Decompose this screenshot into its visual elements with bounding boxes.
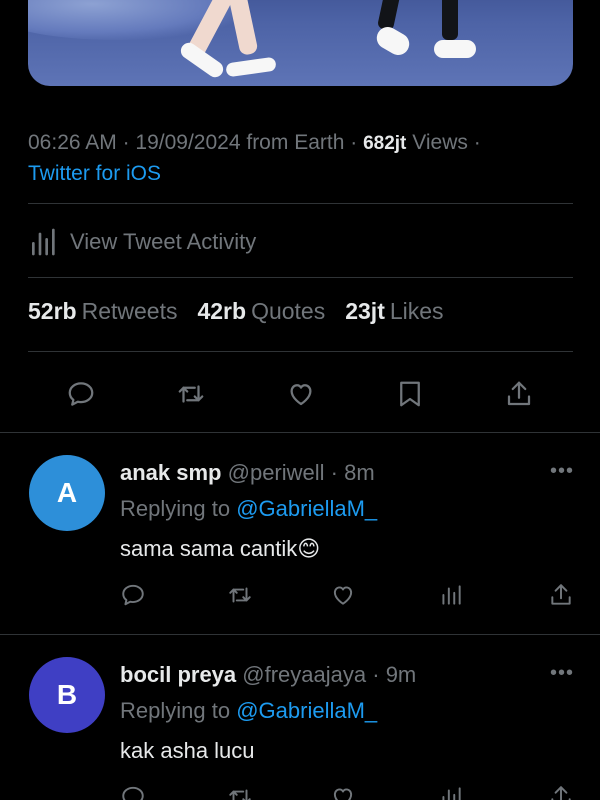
share-button[interactable]: [546, 782, 576, 800]
stat-label: Quotes: [251, 298, 326, 324]
like-button[interactable]: [328, 782, 358, 800]
bookmark-button[interactable]: [392, 376, 428, 412]
view-tweet-activity-link[interactable]: View Tweet Activity: [28, 222, 256, 262]
tweet-meta: 06:26 AM · 19/09/2024 from Earth · 682jt…: [28, 131, 481, 185]
retweets-stat[interactable]: 52rb Retweets: [28, 298, 177, 325]
reply-author-handle: @periwell: [227, 460, 325, 485]
reply-time: 8m: [344, 460, 375, 485]
media-figure-shoe: [372, 22, 414, 60]
retweet-icon: [229, 789, 251, 800]
avatar[interactable]: A: [29, 455, 105, 531]
retweet-icon: [178, 385, 204, 403]
like-button[interactable]: [328, 580, 358, 610]
tweet-media-image[interactable]: [28, 0, 573, 86]
more-icon[interactable]: •••: [550, 460, 574, 483]
view-tweet-activity-label: View Tweet Activity: [70, 229, 257, 254]
tweet-time: 06:26 AM: [28, 131, 117, 154]
stat-label: Likes: [389, 298, 444, 324]
reply-action-bar: [0, 782, 600, 800]
reply-author-name[interactable]: anak smp: [120, 460, 222, 485]
replying-mention-link[interactable]: @GabriellaM_: [236, 698, 377, 723]
analytics-button[interactable]: [436, 782, 466, 800]
quotes-stat[interactable]: 42rb Quotes: [197, 298, 325, 325]
tweet-date: 19/09/2024: [135, 131, 241, 154]
divider: [28, 203, 573, 204]
retweet-button[interactable]: [173, 376, 209, 412]
more-icon[interactable]: •••: [550, 662, 574, 685]
likes-stat[interactable]: 23jt Likes: [345, 298, 443, 325]
analytics-icon: [442, 585, 461, 605]
reply-button[interactable]: [118, 782, 148, 800]
share-button[interactable]: [546, 580, 576, 610]
reply-icon: [122, 584, 144, 606]
reply-tweet[interactable]: B bocil preya @freyaajaya · 9m ••• Reply…: [0, 634, 600, 800]
avatar[interactable]: B: [29, 657, 105, 733]
stat-count: 23jt: [345, 298, 385, 324]
analytics-button[interactable]: [436, 580, 466, 610]
reply-header: anak smp @periwell · 8m: [120, 460, 375, 485]
media-figure-shoe: [434, 40, 476, 58]
divider: [28, 351, 573, 352]
reply-button[interactable]: [63, 376, 99, 412]
reply-time: 9m: [385, 662, 417, 687]
media-figure-leg: [442, 0, 458, 40]
views-count: 682jt: [363, 133, 407, 154]
share-icon: [551, 584, 571, 605]
tweet-location: from Earth: [246, 131, 345, 154]
stat-label: Retweets: [81, 298, 178, 324]
replying-prefix: Replying to: [120, 496, 231, 521]
replying-to: Replying to @GabriellaM_: [120, 698, 377, 724]
like-icon: [290, 384, 312, 406]
share-icon: [551, 786, 571, 800]
bookmark-icon: [400, 381, 420, 407]
replying-mention-link[interactable]: @GabriellaM_: [236, 496, 377, 521]
reply-icon: [68, 382, 94, 406]
share-button[interactable]: [501, 376, 537, 412]
like-icon: [333, 586, 353, 605]
reply-header: bocil preya @freyaajaya · 9m: [120, 662, 417, 687]
reply-button[interactable]: [118, 580, 148, 610]
replying-to: Replying to @GabriellaM_: [120, 496, 377, 522]
tweet-action-bar: [0, 376, 600, 412]
retweet-icon: [229, 587, 251, 603]
divider: [28, 277, 573, 278]
reply-author-handle: @freyaajaya: [242, 662, 367, 687]
retweet-button[interactable]: [225, 782, 255, 800]
reply-author-name[interactable]: bocil preya: [120, 662, 236, 687]
like-icon: [333, 788, 353, 800]
reply-text: sama sama cantik😊: [120, 536, 321, 561]
reply-action-bar: [0, 580, 600, 610]
reply-text: kak asha lucu: [120, 738, 255, 763]
views-label: Views: [412, 131, 468, 154]
retweet-button[interactable]: [225, 580, 255, 610]
reply-icon: [122, 786, 144, 800]
analytics-icon: [32, 228, 55, 256]
stat-count: 52rb: [28, 298, 77, 324]
analytics-icon: [442, 787, 461, 800]
media-figure-shoe: [225, 56, 277, 78]
like-button[interactable]: [283, 376, 319, 412]
tweet-source-link[interactable]: Twitter for iOS: [28, 162, 161, 185]
reply-tweet[interactable]: A anak smp @periwell · 8m ••• Replying t…: [0, 432, 600, 634]
replying-prefix: Replying to: [120, 698, 231, 723]
stat-count: 42rb: [197, 298, 247, 324]
share-icon: [507, 381, 531, 406]
media-figure-leg: [225, 0, 259, 57]
tweet-stats: 52rb Retweets 42rb Quotes 23jt Likes: [28, 298, 444, 325]
